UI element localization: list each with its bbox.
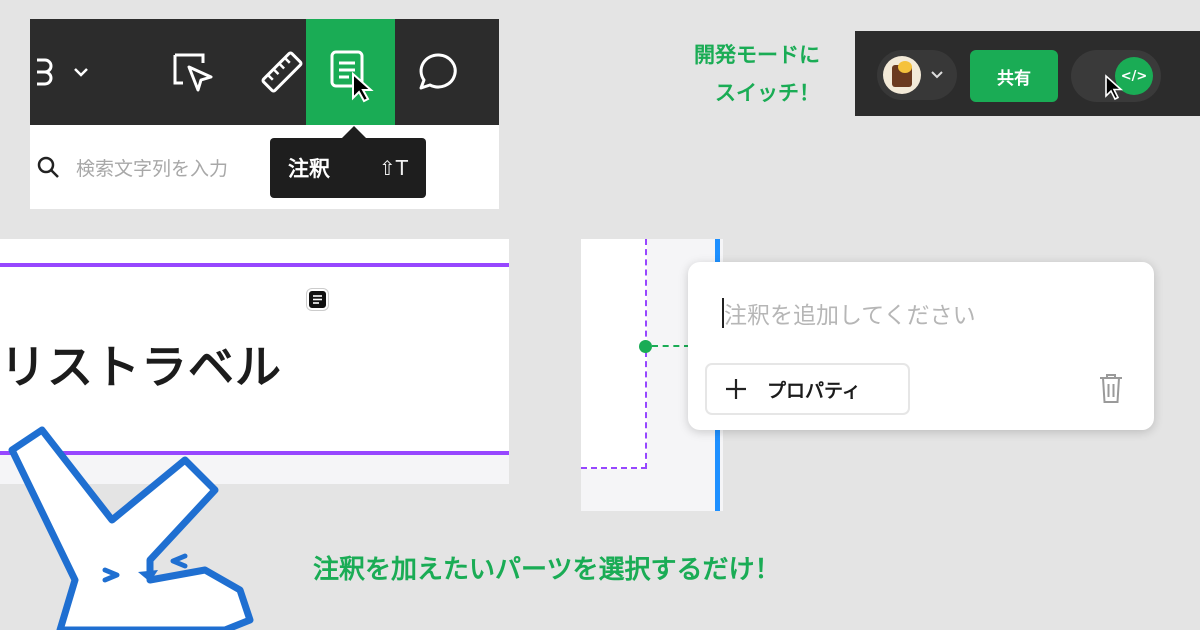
frame-text[interactable]: リストラベル (0, 331, 282, 397)
search-row[interactable]: 検索文字列を入力 (30, 125, 499, 209)
devmode-caption-line1: 開発モードに (694, 43, 820, 67)
annotation-badge-icon[interactable] (307, 289, 328, 310)
mouse-pointer-icon (1105, 74, 1124, 101)
annotation-connector (652, 345, 690, 347)
plus-icon (726, 379, 746, 399)
tooltip-label: 注釈 (288, 157, 330, 181)
trash-icon[interactable] (1098, 372, 1124, 404)
bottom-caption: 注釈を加えたいパーツを選択するだけ！ (313, 555, 781, 585)
speech-bubble-icon (419, 53, 457, 90)
annotation-input[interactable]: 注釈を追加してください (724, 296, 1084, 330)
figma-logo-icon (37, 58, 88, 86)
move-tool-button[interactable] (150, 19, 238, 125)
avatar (883, 56, 921, 94)
toolbar-panel: 検索文字列を入力 (30, 19, 499, 209)
chevron-down-icon (931, 71, 943, 79)
tooltip-shortcut: ⇧T (379, 156, 408, 180)
annotate-tooltip: 注釈 ⇧T (270, 126, 426, 198)
frame-top-border (0, 263, 509, 267)
selected-element (581, 239, 647, 469)
rabbit-mascot-illustration (8, 426, 254, 630)
share-button[interactable]: 共有 (970, 50, 1058, 102)
ruler-icon (261, 51, 303, 93)
add-property-button[interactable]: プロパティ (705, 363, 910, 415)
search-icon (37, 156, 59, 178)
main-menu-button[interactable] (30, 19, 100, 125)
add-property-label: プロパティ (767, 379, 861, 402)
user-menu[interactable] (877, 50, 957, 100)
annotate-tool-button[interactable] (306, 19, 395, 125)
comment-tool-button[interactable] (395, 19, 483, 125)
annotation-card: 注釈を追加してください プロパティ (688, 262, 1154, 430)
devmode-toolbar: 共有 </> (855, 31, 1200, 116)
toolbar (30, 19, 499, 125)
devmode-caption-line2: スイッチ！ (715, 81, 820, 105)
annotation-note-icon (330, 50, 374, 103)
cursor-arrow-icon (173, 53, 213, 92)
search-input[interactable]: 検索文字列を入力 (76, 154, 228, 181)
devmode-caption: 開発モードに スイッチ！ (650, 36, 820, 112)
annotation-anchor-dot[interactable] (639, 340, 652, 353)
devmode-toggle[interactable]: </> (1071, 50, 1161, 102)
